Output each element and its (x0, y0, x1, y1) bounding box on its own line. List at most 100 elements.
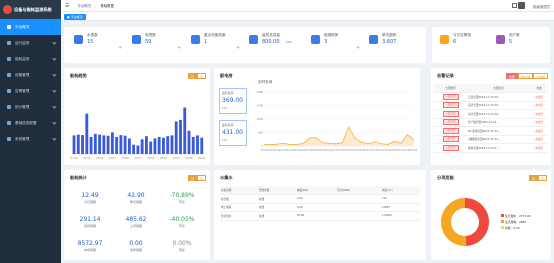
electric-meter-icon (132, 35, 141, 44)
y-tick-label: 500 (258, 131, 263, 135)
stat-capacity: 装机总容量 800.00 kVA (247, 27, 305, 59)
bar (115, 136, 119, 154)
alarms-table: 告警类型 告警信息 状态 一般告警 正泰告警2023-11-13 00... 未处理 一… (434, 84, 548, 153)
metric-this-year: 8572.97 本年用量 (77, 240, 103, 252)
toggle-month[interactable]: 月 (196, 73, 206, 79)
area-icon (369, 35, 378, 44)
table-row[interactable]: 综合楼 在线 0.00 212 (220, 194, 420, 204)
x-tick-label: 01/18 (96, 157, 103, 160)
monitor-icon (7, 41, 11, 45)
sidebar-item-stats[interactable]: 统计管理 (0, 99, 61, 115)
energy-type-icon (311, 35, 320, 44)
x-tick-label: 01/12 (71, 157, 78, 160)
capacity-icon (249, 35, 258, 44)
y-tick-label: 2000 (256, 90, 263, 94)
table-row[interactable]: 一般告警 生产楼告警2023-11-13... 未处理 (434, 118, 548, 127)
load-line (263, 126, 415, 146)
table-row[interactable]: 一般告警 B1 配电告警2023-11-13... 未处理 (434, 126, 548, 136)
sidebar-item-monitoring[interactable]: 运行监测 (0, 35, 61, 51)
config-icon (7, 121, 11, 125)
filter-handled[interactable]: 已处理 (532, 73, 548, 79)
water-table: 水表名称 开始水量 电量(kW) 压力(MPa) 水量(m³) 综合楼 在线 0.00 212… (220, 186, 420, 221)
realtime-load-chart: 050010001500200000:00 01:00 02:00 03:00 04:0… (256, 90, 418, 152)
energy-stats-title: 能耗统计 (70, 175, 87, 180)
x-tick-label: 02/11 (198, 157, 205, 160)
energy-icon (7, 57, 11, 61)
toggle-month[interactable]: 月 (196, 175, 206, 181)
app-logo: 设备与能耗监测系统 (0, 0, 61, 19)
sidebar-item-energy[interactable]: 能耗监测 (0, 51, 61, 67)
bar (85, 113, 89, 154)
x-tick-label: 01/30 (147, 157, 154, 160)
bar (174, 121, 178, 154)
x-tick-label: 01/21 (109, 157, 116, 160)
table-row[interactable]: 地上能耗 在线 0.00 12887 (220, 203, 420, 212)
toggle-month[interactable]: 月 (537, 175, 547, 181)
load-box-1: 运行负荷 369.00 kVA (219, 88, 247, 114)
legend-item: 生活用水：2772.00 (501, 214, 531, 218)
sidebar-item-system[interactable]: 系统管理 (0, 131, 61, 147)
logo-icon (3, 5, 12, 14)
bar (89, 136, 93, 154)
filter-unhandled[interactable]: 未处理 (517, 73, 533, 79)
sidebar-item-config[interactable]: 基础信息配置 (0, 115, 61, 131)
chevron-down-icon (52, 88, 57, 93)
water-card: 水集水 水表名称 开始水量 电量(kW) 压力(MPa) 水量(m³) 综合楼 在线 0.0… (214, 170, 426, 260)
energy-trend-title: 能耗趋势 (70, 73, 87, 78)
bar (166, 136, 170, 154)
table-row[interactable]: 一般告警 能耗告警2023-11-13 0... 未处理 (434, 143, 548, 153)
stat-electric-meters: 电表数 59 (130, 27, 188, 59)
tab-bar: ● 平台概况 (61, 12, 554, 21)
toggle-day[interactable]: 日 (528, 175, 538, 181)
topbar: ☰ 平台概况 / 基础数据 超级管理员 (61, 0, 554, 12)
chevron-down-icon (52, 120, 57, 125)
x-tick-label: 02/02 (160, 157, 167, 160)
menu-toggle-icon[interactable]: ☰ (65, 3, 69, 9)
sidebar-item-alarms[interactable]: 告警管理 (0, 83, 61, 99)
share-donut-chart (441, 198, 490, 246)
metric-day-ratio: -70.89% 环比 (169, 192, 195, 204)
breadcrumb-home[interactable]: 平台概况 (77, 4, 91, 8)
bar (110, 132, 114, 154)
table-row[interactable]: 一般告警 正泰告警2023-11-13 00... 未处理 (434, 92, 548, 102)
x-tick-label: 01/27 (135, 157, 142, 160)
app-title: 设备与能耗监测系统 (14, 6, 52, 12)
avatar[interactable] (518, 2, 525, 9)
alarms-card: 告警记录 全部 未处理 已处理 告警类型 告警信息 状态 一般告警 正泰告警2023-… (431, 68, 551, 165)
table-row[interactable]: 生活用水 在线 18.00 174400 (220, 211, 420, 221)
add-icon: + (177, 45, 182, 51)
chevron-down-icon (52, 136, 57, 141)
bar (72, 135, 76, 154)
bar (157, 136, 161, 154)
sidebar-item-devices[interactable]: 设备管理 (0, 67, 61, 83)
table-row[interactable]: 一般告警 2楼能耗告警2023-11-13... 未处理 (434, 135, 548, 144)
sidebar-item-overview[interactable]: 平台概况 (0, 19, 61, 35)
y-tick-label: 0 (261, 144, 263, 148)
legend-item: 供暖：0.00 (501, 226, 531, 230)
x-tick-label: 23:00 (411, 149, 418, 152)
bar (144, 136, 148, 154)
load-box-2: 最高负荷 431.00 kVA (219, 120, 247, 146)
table-row[interactable]: 一般告警 设计告警2023-11-13 00... 未处理 (434, 101, 548, 110)
bar (123, 135, 127, 154)
filter-all[interactable]: 全部 (505, 73, 518, 79)
share-card: 分项用能 日月 生活用水：2772.00 生活用电：2860 供暖：0.00 (431, 170, 551, 260)
x-tick-label: 01/15 (83, 157, 90, 160)
fullscreen-icon[interactable] (512, 3, 517, 8)
alarm-icon (7, 89, 11, 93)
bar (153, 138, 157, 154)
bar (127, 138, 131, 154)
toggle-day[interactable]: 日 (187, 175, 197, 181)
tab-overview[interactable]: ● 平台概况 (64, 14, 86, 20)
x-tick-label: 02/05 (173, 157, 180, 160)
toggle-day[interactable]: 日 (187, 73, 197, 79)
table-row[interactable]: 一般告警 设计告警2023-11-13 00... 未处理 (434, 109, 548, 119)
energy-trend-chart: 01/12 01/15 01/18 01/21 01/24 01/27 01/30 02/02… (71, 107, 206, 160)
sidebar: 设备与能耗监测系统 平台概况 运行监测 能耗监测 设备管理 告警管理 统计管理 … (0, 0, 61, 263)
chevron-down-icon (52, 104, 57, 109)
pie-slice (465, 198, 490, 246)
alarms-title: 告警记录 (437, 73, 454, 78)
bar (136, 145, 140, 154)
bar (200, 137, 204, 154)
user-name[interactable]: 超级管理员 (533, 4, 550, 9)
